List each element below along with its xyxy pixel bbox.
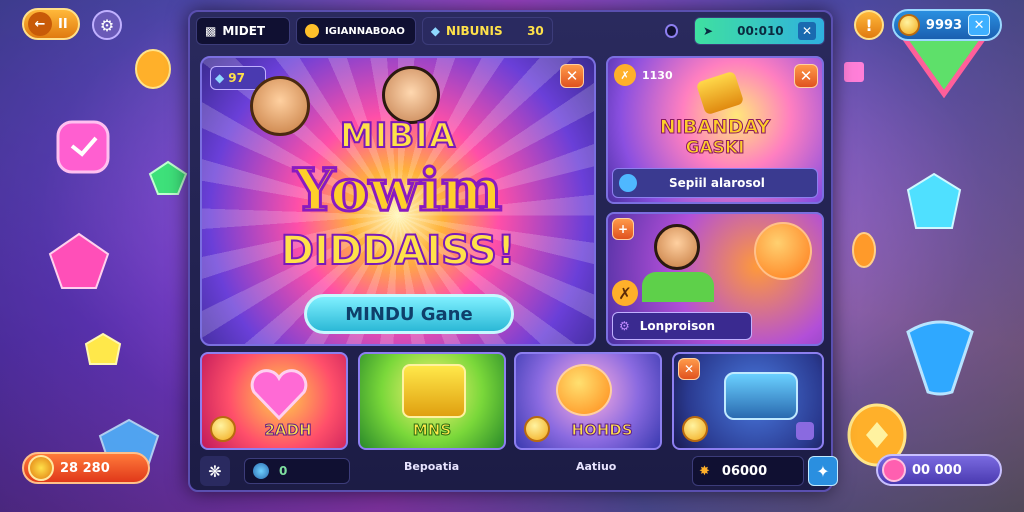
card-label: MNS — [412, 421, 452, 440]
player-name: MIDET — [222, 24, 266, 38]
hero-title-line2: Yowim — [292, 155, 503, 226]
close-icon[interactable]: ✕ — [560, 64, 584, 88]
event-title-line2: GASKI — [685, 138, 745, 159]
tools-icon: ✗ — [614, 64, 636, 86]
rocket-icon: ➤ — [703, 24, 714, 38]
currency-label: IGIANNABOAO — [324, 25, 405, 37]
heart-icon — [250, 368, 308, 421]
event-bar[interactable]: Sepiil alarosol — [612, 168, 818, 198]
player-chip[interactable]: ▩ MIDET — [196, 17, 290, 45]
close-icon[interactable]: ✕ — [794, 64, 818, 88]
card-coin-icon — [210, 416, 236, 442]
cyan-crystal-icon — [906, 172, 962, 230]
gems-value: 30 — [527, 24, 544, 38]
back-label: II — [58, 16, 68, 32]
globe-value: 0 — [279, 464, 288, 478]
game-card-2[interactable]: MNS — [358, 352, 506, 450]
machine-icon — [724, 372, 798, 420]
close-icon[interactable]: ✕ — [678, 358, 700, 380]
character-bar[interactable]: ⚙ Lonproison — [612, 312, 752, 340]
alert-icon: ! — [865, 15, 873, 35]
status-dot-icon — [664, 24, 679, 38]
globe-counter: 0 — [244, 458, 350, 484]
star-icon: ❋ — [208, 461, 222, 481]
back-arrow-icon: ← — [28, 12, 52, 36]
energy-balance-value: 28 280 — [60, 460, 110, 476]
orange-mascot-icon — [754, 222, 812, 280]
level-badge-value: 97 — [228, 71, 245, 85]
game-card-3[interactable]: HOHDS — [514, 352, 662, 450]
event-title-line1: NIBANDAY — [659, 116, 771, 139]
hero-title-line1: MIBIA — [339, 115, 457, 157]
card-label — [708, 418, 816, 442]
top-bar: ▩ MIDET IGIANNABOAO ◆ NIBUNIS 30 ➤ 00:01… — [196, 16, 825, 46]
bottom-bar: ❋ 0 Bepoatia Aatiuo ✸ 06000 ✦ — [200, 456, 838, 486]
plus-icon[interactable]: + — [612, 218, 634, 240]
alert-button[interactable]: ! — [854, 10, 884, 40]
orange-coin-icon — [134, 48, 172, 90]
score-value: 06000 — [721, 463, 768, 479]
gold-bar-icon — [695, 70, 745, 116]
main-panel: ▩ MIDET IGIANNABOAO ◆ NIBUNIS 30 ➤ 00:01… — [188, 10, 838, 492]
event-timer: ✗ 1130 — [614, 64, 673, 86]
hero-title-line3: DIDDAISS! — [280, 227, 516, 275]
diamond-icon: ◆ — [430, 24, 441, 38]
game-card-4[interactable]: ✕ — [672, 352, 824, 450]
close-icon[interactable]: ✕ — [798, 22, 816, 40]
add-button[interactable]: ✦ — [808, 456, 838, 486]
card-coin-icon — [682, 416, 708, 442]
energy-icon — [28, 455, 54, 481]
gem-balance: 00 000 — [876, 454, 1002, 486]
star-menu-button[interactable]: ❋ — [200, 456, 230, 486]
blue-orb-icon — [619, 174, 637, 192]
caption-2: Aatiuo — [576, 460, 617, 473]
magenta-gem-icon — [48, 232, 110, 290]
caption-1: Bepoatia — [404, 460, 460, 473]
character-panel[interactable]: + ✗ ⚙ Lonproison — [606, 212, 824, 346]
play-game-button[interactable]: MINDU Gane — [304, 294, 514, 334]
yellow-cube-icon — [84, 332, 122, 368]
gold-block-icon — [402, 364, 466, 418]
hero-banner[interactable]: ◆ 97 ✕ MIBIA Yowim DIDDAISS! MINDU Gane — [200, 56, 596, 346]
score-counter: ✸ 06000 — [692, 456, 804, 486]
event-panel[interactable]: ✗ 1130 ✕ NIBANDAY GASKI Sepiil alarosol — [606, 56, 824, 204]
card-coin-icon — [524, 416, 550, 442]
gem-balance-value: 00 000 — [912, 462, 962, 478]
globe-icon — [253, 463, 269, 479]
gems-chip[interactable]: ◆ NIBUNIS 30 — [421, 17, 553, 45]
coin-icon — [898, 14, 920, 36]
robot-icon: ▩ — [205, 24, 217, 38]
coin-balance-value: 9993 — [925, 17, 963, 33]
coin-icon — [304, 24, 319, 38]
plus-icon: ✦ — [816, 461, 830, 481]
gems-label: NIBUNIS — [446, 24, 503, 38]
pink-cube-icon — [842, 60, 866, 84]
pink-gem-icon — [52, 116, 114, 178]
game-card-1[interactable]: 2ADH — [200, 352, 348, 450]
currency-chip[interactable]: IGIANNABOAO — [295, 17, 416, 45]
energy-chip[interactable]: ➤ 00:010 ✕ — [694, 17, 825, 45]
coin-balance: 9993 ✕ — [892, 9, 1002, 41]
card-label: HOHDS — [571, 421, 633, 440]
orange-pill-icon — [850, 230, 878, 270]
diamond-icon: ◆ — [215, 71, 225, 85]
boy-character — [654, 224, 700, 270]
pink-orb-icon — [882, 458, 906, 482]
burst-icon: ✸ — [699, 463, 710, 479]
event-bar-label: Sepiil alarosol — [669, 176, 765, 190]
green-gem-icon — [148, 160, 188, 196]
boy-shirt — [642, 272, 714, 302]
event-timer-value: 1130 — [642, 68, 673, 82]
back-button[interactable]: ← II — [22, 8, 80, 40]
energy-value: 00:010 — [737, 24, 784, 38]
gear-icon: ⚙ — [619, 319, 630, 333]
energy-balance: 28 280 — [22, 452, 150, 484]
gear-icon[interactable]: ⚙ — [92, 10, 122, 40]
card-label: 2ADH — [264, 421, 312, 440]
blue-cone-icon — [902, 312, 978, 396]
close-icon[interactable]: ✕ — [968, 14, 990, 36]
tools-icon: ✗ — [612, 280, 638, 306]
character-bar-label: Lonproison — [639, 319, 715, 333]
golden-orb-icon — [556, 364, 612, 416]
